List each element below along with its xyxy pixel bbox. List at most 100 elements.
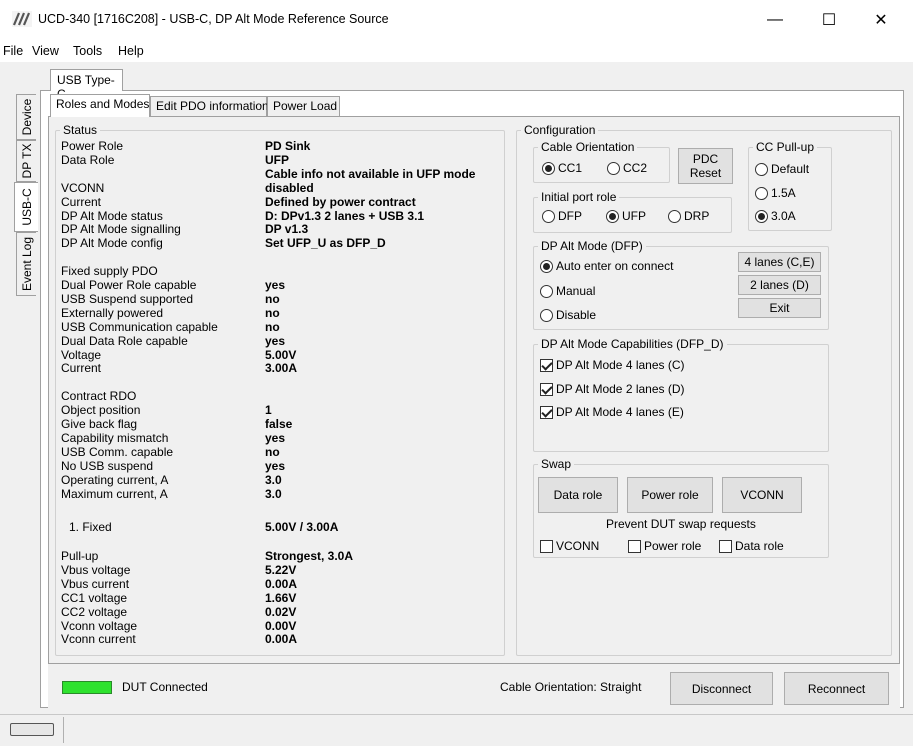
status-row-value: Cable info not available in UFP mode xyxy=(265,167,476,181)
maximize-button[interactable]: ☐ xyxy=(806,0,852,40)
dp-auto-enter-label: Auto enter on connect xyxy=(556,259,674,273)
status-row-value: yes xyxy=(265,459,286,473)
status-row-value: 3.0 xyxy=(265,487,282,501)
close-button[interactable]: ✕ xyxy=(858,0,904,40)
side-tab-usb-c[interactable]: USB-C xyxy=(14,182,38,232)
status-row-value: 1 xyxy=(265,403,272,417)
pullup-3-0a-radio[interactable] xyxy=(755,210,768,223)
dp-cap-4-lanes-e-checkbox[interactable] xyxy=(540,406,553,419)
exit-dp-mode-button[interactable]: Exit xyxy=(738,298,821,318)
menu-file[interactable]: File xyxy=(3,44,23,58)
two-lanes-d-button[interactable]: 2 lanes (D) xyxy=(738,275,821,295)
menu-tools[interactable]: Tools xyxy=(73,44,102,58)
measurement-value: 0.00V xyxy=(265,619,297,633)
port-role-drp-radio[interactable] xyxy=(668,210,681,223)
measurement-label: Pull-up xyxy=(61,549,99,563)
cc2-radio[interactable] xyxy=(607,162,620,175)
status-row-value: D: DPv1.3 2 lanes + USB 3.1 xyxy=(265,209,425,223)
status-row-label: Operating current, A xyxy=(61,473,169,487)
status-row-label: Power Role xyxy=(61,139,124,153)
measurement-label: Vbus current xyxy=(61,577,130,591)
status-row-value: DP v1.3 xyxy=(265,222,309,236)
disconnect-button[interactable]: Disconnect xyxy=(670,672,773,705)
tab-usb-type-c[interactable]: USB Type-C xyxy=(50,69,123,101)
port-role-ufp-radio[interactable] xyxy=(606,210,619,223)
side-tab-dp-tx[interactable]: DP TX xyxy=(16,140,36,182)
measurement-value: 0.00A xyxy=(265,577,298,591)
status-group-title: Status xyxy=(60,123,101,137)
dp-manual-label: Manual xyxy=(556,284,596,298)
status-row-value: 3.00A xyxy=(265,361,298,375)
port-role-dfp-radio[interactable] xyxy=(542,210,555,223)
status-row-label: Dual Power Role capable xyxy=(61,278,197,292)
cc1-radio[interactable] xyxy=(542,162,555,175)
cc-pullup-title: CC Pull-up xyxy=(753,140,818,154)
status-row-value: 3.0 xyxy=(265,473,282,487)
status-row-label: DP Alt Mode config xyxy=(61,236,163,250)
status-row-value: yes xyxy=(265,278,286,292)
pdc-reset-label: PDC Reset xyxy=(689,152,722,180)
prevent-vconn-checkbox[interactable] xyxy=(540,540,553,553)
close-icon: ✕ xyxy=(874,12,888,29)
status-row-label: Object position xyxy=(61,403,141,417)
status-row-value: yes xyxy=(265,431,286,445)
tab-edit-pdo-information[interactable]: Edit PDO information xyxy=(150,96,269,116)
pullup-default-radio[interactable] xyxy=(755,163,768,176)
measurement-label: Vconn current xyxy=(61,632,136,646)
status-row-label: Give back flag xyxy=(61,417,138,431)
side-tab-device[interactable]: Device xyxy=(16,94,36,140)
dp-cap-2-lanes-d-checkbox[interactable] xyxy=(540,383,553,396)
initial-port-role-title: Initial port role xyxy=(538,190,620,204)
dp-caps-title: DP Alt Mode Capabilities (DFP_D) xyxy=(538,337,727,351)
status-row-label: DP Alt Mode status xyxy=(61,209,163,223)
dp-auto-enter-radio[interactable] xyxy=(540,260,553,273)
configuration-group-title: Configuration xyxy=(521,123,599,137)
cable-orientation-title: Cable Orientation xyxy=(538,140,638,154)
minimize-button[interactable]: — xyxy=(752,0,798,40)
dp-cap-4-lanes-c-label: DP Alt Mode 4 lanes (C) xyxy=(556,358,685,372)
menu-help[interactable]: Help xyxy=(118,44,144,58)
status-indicator-icon xyxy=(10,723,54,736)
reconnect-button[interactable]: Reconnect xyxy=(784,672,889,705)
dp-disable-radio[interactable] xyxy=(540,309,553,322)
dp-cap-4-lanes-c-checkbox[interactable] xyxy=(540,359,553,372)
status-row-value: 5.00V xyxy=(265,348,297,362)
status-row-label: Externally powered xyxy=(61,306,164,320)
port-role-drp-label: DRP xyxy=(684,209,710,223)
status-row-label: Current xyxy=(61,361,102,375)
status-row-label: Data Role xyxy=(61,153,115,167)
dut-connected-led xyxy=(62,681,112,694)
prevent-power-role-checkbox[interactable] xyxy=(628,540,641,553)
side-tab-event-log[interactable]: Event Log xyxy=(16,232,36,296)
dp-cap-2-lanes-d-label: DP Alt Mode 2 lanes (D) xyxy=(556,382,685,396)
measurement-label: CC2 voltage xyxy=(61,605,128,619)
status-row-label: VCONN xyxy=(61,181,105,195)
prevent-power-role-label: Power role xyxy=(644,539,702,553)
data-role-swap-button[interactable]: Data role xyxy=(538,477,618,513)
tab-roles-and-modes[interactable]: Roles and Modes xyxy=(50,94,150,117)
vconn-swap-button[interactable]: VCONN xyxy=(722,477,802,513)
power-role-swap-button[interactable]: Power role xyxy=(627,477,713,513)
prevent-data-role-checkbox[interactable] xyxy=(719,540,732,553)
pdc-reset-button[interactable]: PDC Reset xyxy=(678,148,733,184)
prevent-swap-label: Prevent DUT swap requests xyxy=(606,517,756,531)
status-row-value: Defined by power contract xyxy=(265,195,416,209)
prevent-vconn-label: VCONN xyxy=(556,539,600,553)
tab-power-load[interactable]: Power Load xyxy=(267,96,340,116)
cc1-label: CC1 xyxy=(558,161,583,175)
status-row-value: false xyxy=(265,417,293,431)
four-lanes-ce-button[interactable]: 4 lanes (C,E) xyxy=(738,252,821,272)
dp-cap-4-lanes-e-label: DP Alt Mode 4 lanes (E) xyxy=(556,405,684,419)
dp-manual-radio[interactable] xyxy=(540,285,553,298)
status-row-label: Fixed supply PDO xyxy=(61,264,158,278)
dp-disable-label: Disable xyxy=(556,308,597,322)
pullup-1-5a-radio[interactable] xyxy=(755,187,768,200)
swap-title: Swap xyxy=(538,457,575,471)
status-row-label: No USB suspend xyxy=(61,459,154,473)
dut-status-label: DUT Connected xyxy=(122,680,208,694)
measurement-label: CC1 voltage xyxy=(61,591,128,605)
status-row-value: no xyxy=(265,320,280,334)
status-row-label: Contract RDO xyxy=(61,389,137,403)
menu-view[interactable]: View xyxy=(32,44,59,58)
status-row-label: DP Alt Mode signalling xyxy=(61,222,181,236)
